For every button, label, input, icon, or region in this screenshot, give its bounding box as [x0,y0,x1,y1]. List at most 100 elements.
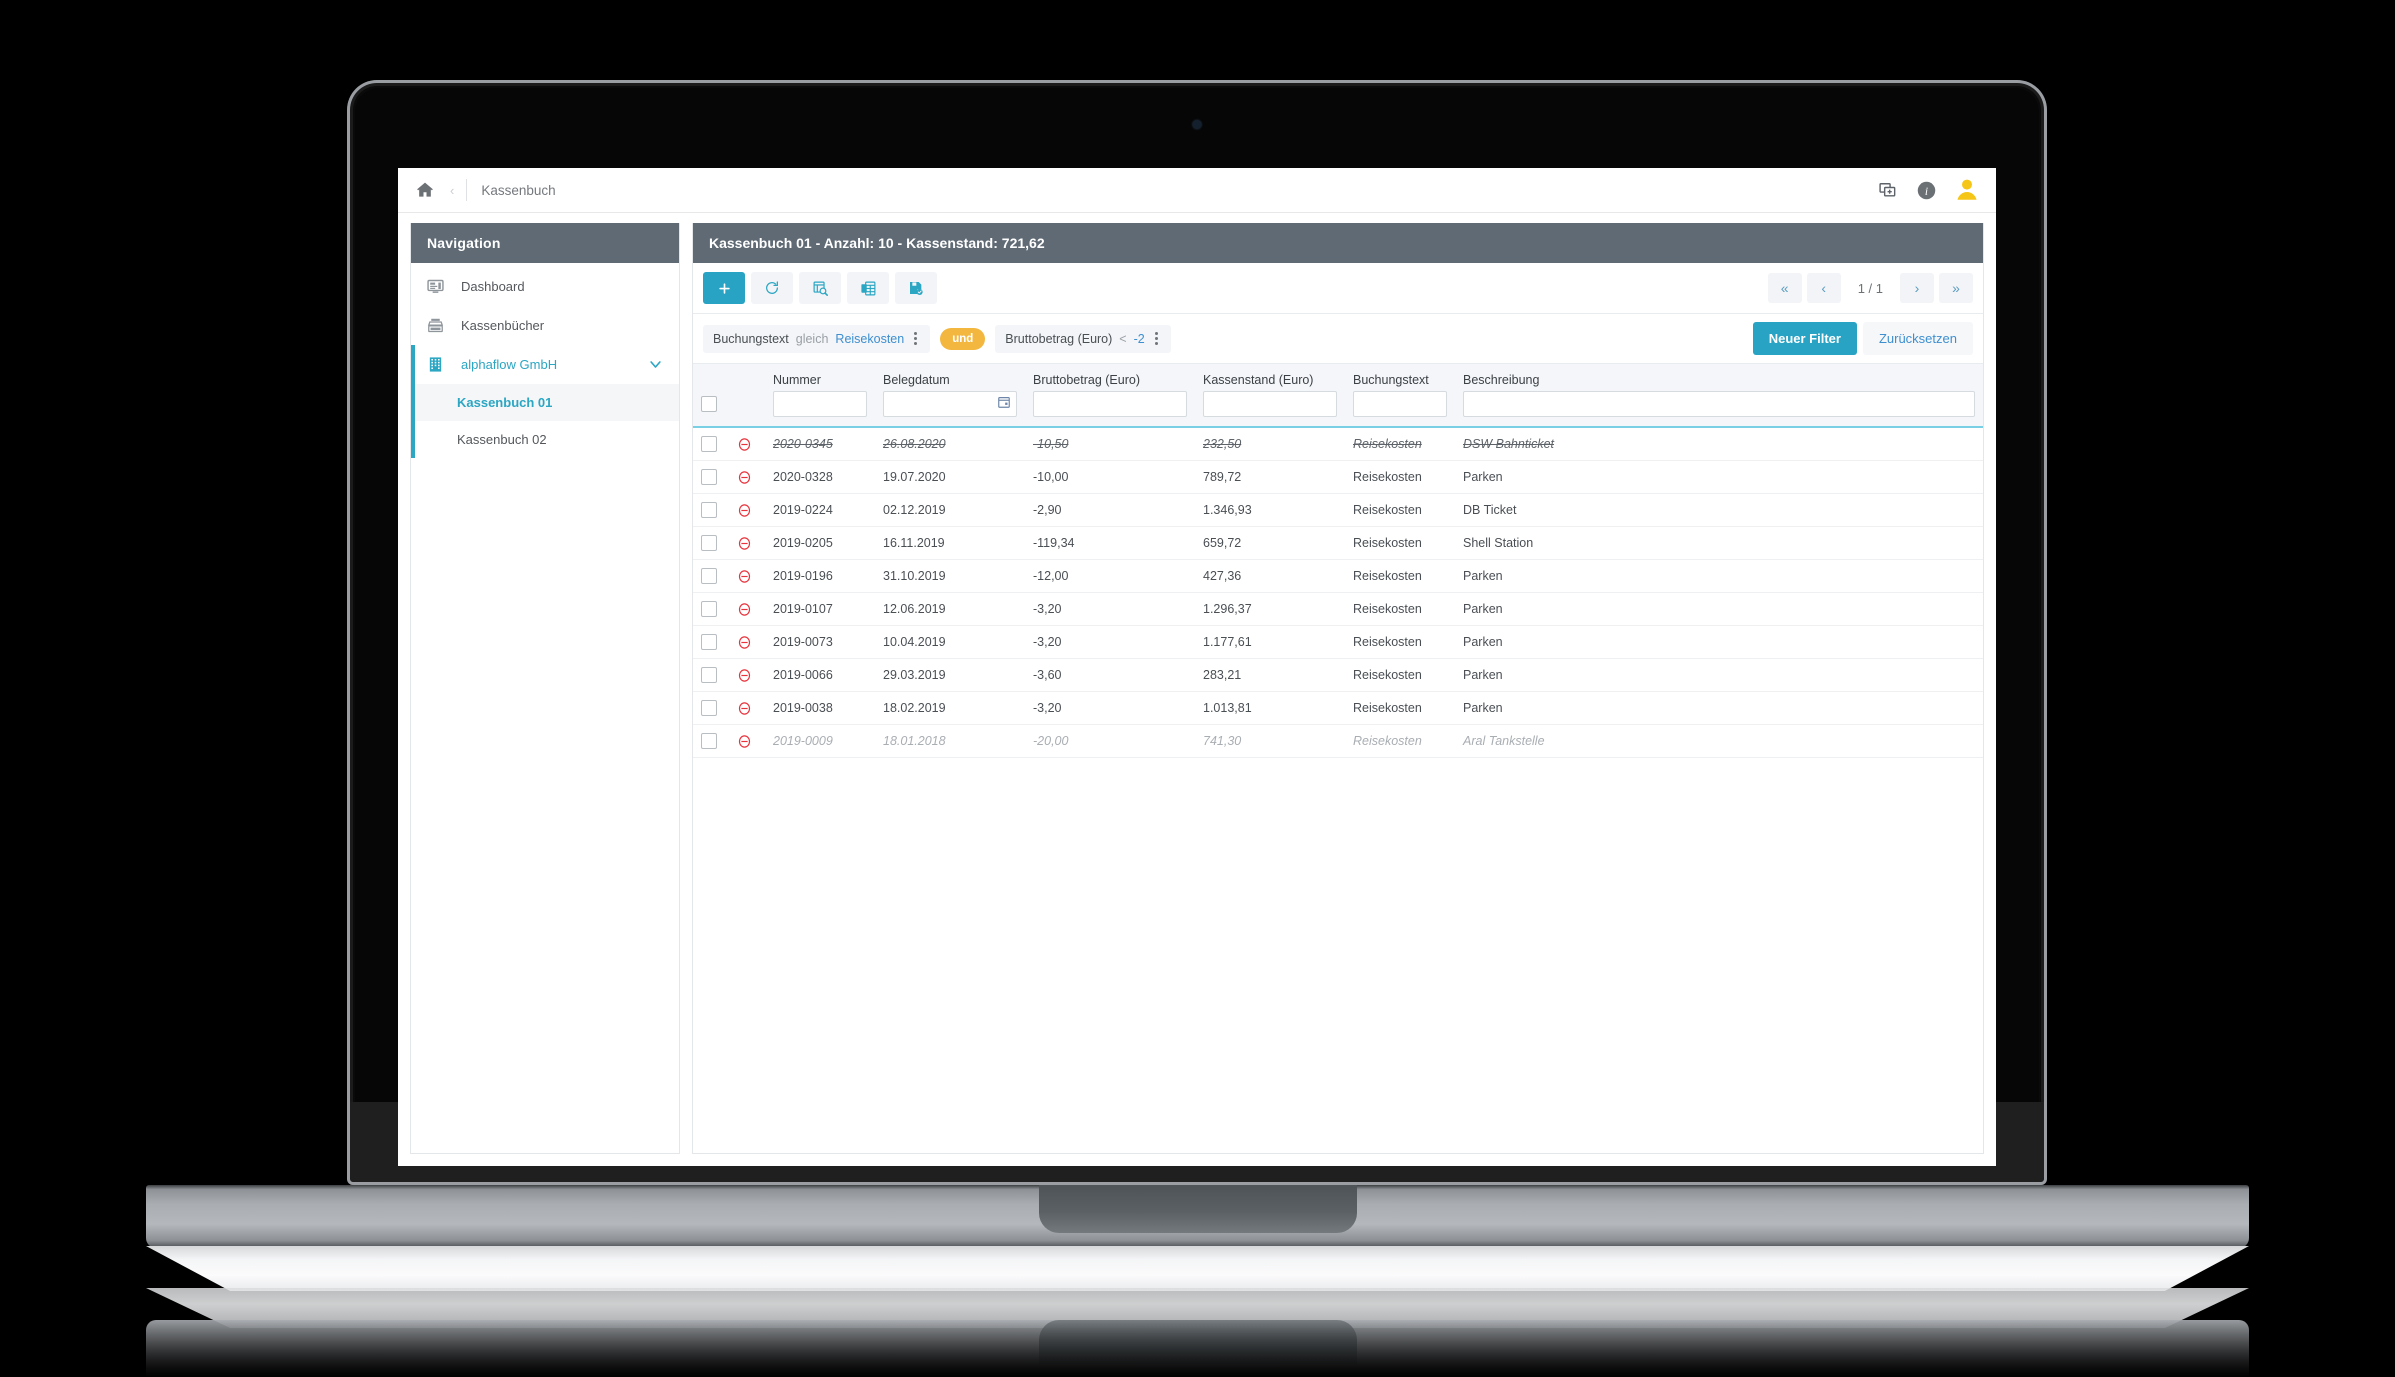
cell-belegdatum: 19.07.2020 [875,460,1025,494]
filter-input-bruttobetrag[interactable] [1033,391,1187,417]
cell-beschreibung: Parken [1455,691,1983,725]
header-actions: i [1876,175,1982,205]
cell-nummer: 2019-0073 [765,625,875,659]
new-filter-button[interactable]: Neuer Filter [1752,322,1857,355]
filter-cell-beschreibung [1455,389,1983,428]
table-body: 2020-0345 26.08.2020 -10,50 232,50 Reisekost… [693,427,1983,758]
cell-buchungstext: Reisekosten [1345,526,1455,560]
filter-conjunction-toggle[interactable]: und [940,327,986,350]
user-avatar-icon[interactable] [1952,175,1982,205]
pagination-next[interactable]: › [1900,273,1934,303]
cell-belegdatum: 29.03.2019 [875,658,1025,692]
cell-bruttobetrag: -3,60 [1025,658,1195,692]
filter-chip-value: -2 [1133,331,1145,346]
excel-export-button[interactable]: X [847,272,889,304]
row-checkbox[interactable] [701,469,717,485]
breadcrumb-divider [466,179,468,201]
remove-icon[interactable] [737,734,752,749]
add-window-icon[interactable] [1876,178,1900,202]
remove-icon[interactable] [737,668,752,683]
row-select-cell [693,592,729,626]
remove-icon[interactable] [737,635,752,650]
app-header: ‹ Kassenbuch i [398,168,1996,213]
row-checkbox[interactable] [701,733,717,749]
filter-input-beschreibung[interactable] [1463,391,1975,417]
cell-buchungstext: Reisekosten [1345,625,1455,659]
sidebar-item-label: Kassenbücher [461,318,545,333]
cell-belegdatum: 18.02.2019 [875,691,1025,725]
row-checkbox[interactable] [701,601,717,617]
filter-input-kassenstand[interactable] [1203,391,1337,417]
cell-belegdatum: 26.08.2020 [875,427,1025,461]
column-header-beschreibung[interactable]: Beschreibung [1455,364,1983,389]
filter-chip-field: Bruttobetrag (Euro) [1005,331,1113,346]
table-row[interactable]: 2019-0066 29.03.2019 -3,60 283,21 Reisekoste… [693,658,1983,692]
row-checkbox[interactable] [701,502,717,518]
table-row[interactable]: 2020-0345 26.08.2020 -10,50 232,50 Reisekost… [693,427,1983,461]
column-header-buchungstext[interactable]: Buchungstext [1345,364,1455,389]
sidebar-item-alphaflow-gmbh[interactable]: alphaflow GmbH [411,345,679,384]
filter-input-belegdatum[interactable] [883,391,1017,417]
row-select-cell [693,493,729,527]
laptop-base-notch [1038,1185,1357,1233]
table-row[interactable]: 2019-0073 10.04.2019 -3,20 1.177,61 Reisekos… [693,625,1983,659]
remove-icon[interactable] [737,470,752,485]
add-button[interactable] [703,272,745,304]
remove-icon[interactable] [737,437,752,452]
table-row[interactable]: 2019-0224 02.12.2019 -2,90 1.346,93 Reisekos… [693,493,1983,527]
table-row[interactable]: 2019-0107 12.06.2019 -3,20 1.296,37 Reisekos… [693,592,1983,626]
row-checkbox[interactable] [701,634,717,650]
remove-icon[interactable] [737,536,752,551]
sidebar-item-label: alphaflow GmbH [461,357,558,372]
select-all-checkbox[interactable] [701,396,717,412]
row-checkbox[interactable] [701,700,717,716]
table-row[interactable]: 2019-0196 31.10.2019 -12,00 427,36 Reisekost… [693,559,1983,593]
filter-chip-menu-icon[interactable] [1152,332,1161,345]
sidebar-item-kassenbuch-02[interactable]: Kassenbuch 02 [415,421,679,458]
pagination-last[interactable]: » [1939,273,1973,303]
row-checkbox[interactable] [701,568,717,584]
sidebar-item-kassenbuch-01[interactable]: Kassenbuch 01 [415,384,679,421]
row-checkbox[interactable] [701,535,717,551]
sidebar-item-dashboard[interactable]: Dashboard [411,267,679,306]
table-row[interactable]: 2019-0009 18.01.2018 -20,00 741,30 Reisekost… [693,724,1983,758]
filter-chip-bruttobetrag[interactable]: Bruttobetrag (Euro) < -2 [995,324,1171,353]
pagination-first[interactable]: « [1767,273,1802,303]
monitor-icon [427,278,449,295]
chevron-down-icon[interactable] [648,357,663,372]
reset-filter-button[interactable]: Zurücksetzen [1862,322,1973,355]
row-select-cell [693,526,729,560]
remove-icon[interactable] [737,602,752,617]
table-row[interactable]: 2019-0205 16.11.2019 -119,34 659,72 Reisekos… [693,526,1983,560]
info-icon[interactable]: i [1914,178,1938,202]
row-checkbox[interactable] [701,436,717,452]
actions-filter-cell [729,389,765,428]
filter-chip-buchungstext[interactable]: Buchungstext gleich Reisekosten [703,324,931,353]
cell-nummer: 2019-0009 [765,724,875,758]
remove-icon[interactable] [737,569,752,584]
refresh-button[interactable] [751,272,793,304]
remove-icon[interactable] [737,503,752,518]
table-row[interactable]: 2019-0038 18.02.2019 -3,20 1.013,81 Reisekos… [693,691,1983,725]
home-icon[interactable] [414,179,436,201]
filter-bar: Buchungstext gleich Reisekosten und Brut… [693,314,1983,364]
save-button[interactable] [895,272,937,304]
cell-bruttobetrag: -119,34 [1025,526,1195,560]
filter-chip-menu-icon[interactable] [911,332,920,345]
column-header-belegdatum[interactable]: Belegdatum [875,364,1025,389]
cell-nummer: 2019-0107 [765,592,875,626]
row-checkbox[interactable] [701,667,717,683]
document-search-button[interactable] [799,272,841,304]
remove-icon[interactable] [737,701,752,716]
column-header-kassenstand[interactable]: Kassenstand (Euro) [1195,364,1345,389]
breadcrumb-back-chevron[interactable]: ‹ [450,183,454,198]
table-row[interactable]: 2020-0328 19.07.2020 -10,00 789,72 Reisekost… [693,460,1983,494]
row-select-cell [693,559,729,593]
column-header-nummer[interactable]: Nummer [765,364,875,389]
pagination-prev[interactable]: ‹ [1806,273,1841,303]
column-header-bruttobetrag[interactable]: Bruttobetrag (Euro) [1025,364,1195,389]
filter-cell-nummer [765,389,875,428]
filter-input-nummer[interactable] [773,391,867,417]
filter-input-buchungstext[interactable] [1353,391,1447,417]
sidebar-item-kassenbuecher[interactable]: Kassenbücher [411,306,679,345]
